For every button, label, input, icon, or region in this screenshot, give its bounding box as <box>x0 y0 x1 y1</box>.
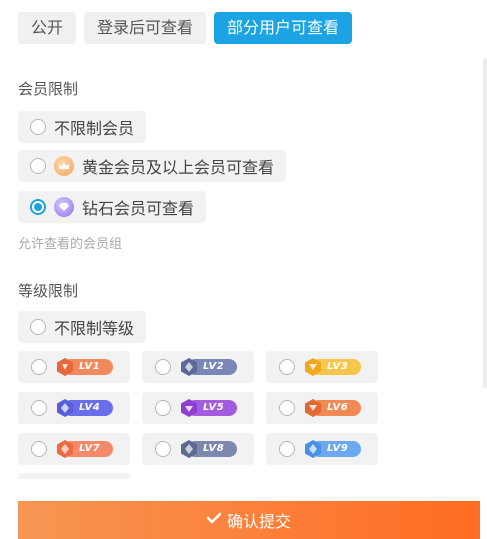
radio-lv5[interactable] <box>155 400 171 416</box>
level-option-partial <box>18 473 130 479</box>
visibility-tabs: 公开 登录后可查看 部分用户可查看 <box>18 12 353 44</box>
lv3-badge: LV3 <box>303 357 361 377</box>
scrollbar[interactable] <box>483 58 487 388</box>
option-label: 钻石会员可查看 <box>82 199 195 218</box>
tab-public[interactable]: 公开 <box>18 12 77 44</box>
level-option-lv4[interactable]: LV4 <box>18 392 130 424</box>
radio-lv6[interactable] <box>279 400 295 416</box>
diamond-icon <box>54 197 74 217</box>
radio-gold-member[interactable] <box>30 158 46 174</box>
member-limit-title: 会员限制 <box>18 80 79 98</box>
lv9-badge: LV9 <box>303 439 361 459</box>
submit-button[interactable]: 确认提交 <box>18 501 480 539</box>
member-option-diamond[interactable]: 钻石会员可查看 <box>18 191 207 223</box>
level-option-unlimited[interactable]: 不限制等级 <box>18 311 147 343</box>
option-label: 黄金会员及以上会员可查看 <box>82 158 275 177</box>
lv6-badge: LV6 <box>303 398 361 418</box>
radio-unlimited-level[interactable] <box>30 319 46 335</box>
radio-lv4[interactable] <box>31 400 47 416</box>
crown-icon <box>54 156 74 176</box>
level-option-lv8[interactable]: LV8 <box>142 433 254 465</box>
level-option-lv1[interactable]: LV1 <box>18 351 130 383</box>
level-limit-title: 等级限制 <box>18 282 79 300</box>
radio-lv9[interactable] <box>279 441 295 457</box>
option-label: 不限制会员 <box>54 119 135 138</box>
radio-lv8[interactable] <box>155 441 171 457</box>
radio-lv3[interactable] <box>279 359 295 375</box>
lv8-badge: LV8 <box>179 439 237 459</box>
radio-lv1[interactable] <box>31 359 47 375</box>
radio-unlimited-member[interactable] <box>30 119 46 135</box>
lv2-badge: LV2 <box>179 357 237 377</box>
level-option-lv7[interactable]: LV7 <box>18 433 130 465</box>
level-option-lv9[interactable]: LV9 <box>266 433 378 465</box>
radio-diamond-member[interactable] <box>30 199 46 215</box>
submit-label: 确认提交 <box>226 514 291 531</box>
radio-lv2[interactable] <box>155 359 171 375</box>
check-icon <box>206 511 222 529</box>
lv7-badge: LV7 <box>55 439 113 459</box>
radio-lv7[interactable] <box>31 441 47 457</box>
member-option-gold[interactable]: 黄金会员及以上会员可查看 <box>18 150 287 182</box>
member-option-unlimited[interactable]: 不限制会员 <box>18 111 147 143</box>
level-option-lv3[interactable]: LV3 <box>266 351 378 383</box>
level-option-lv5[interactable]: LV5 <box>142 392 254 424</box>
tab-login-required[interactable]: 登录后可查看 <box>84 12 207 44</box>
lv1-badge: LV1 <box>55 357 113 377</box>
level-option-lv2[interactable]: LV2 <box>142 351 254 383</box>
lv4-badge: LV4 <box>55 398 113 418</box>
option-label: 不限制等级 <box>54 319 135 338</box>
level-option-lv6[interactable]: LV6 <box>266 392 378 424</box>
member-group-hint: 允许查看的会员组 <box>18 237 123 252</box>
lv5-badge: LV5 <box>179 398 237 418</box>
tab-partial-users[interactable]: 部分用户可查看 <box>214 12 353 44</box>
